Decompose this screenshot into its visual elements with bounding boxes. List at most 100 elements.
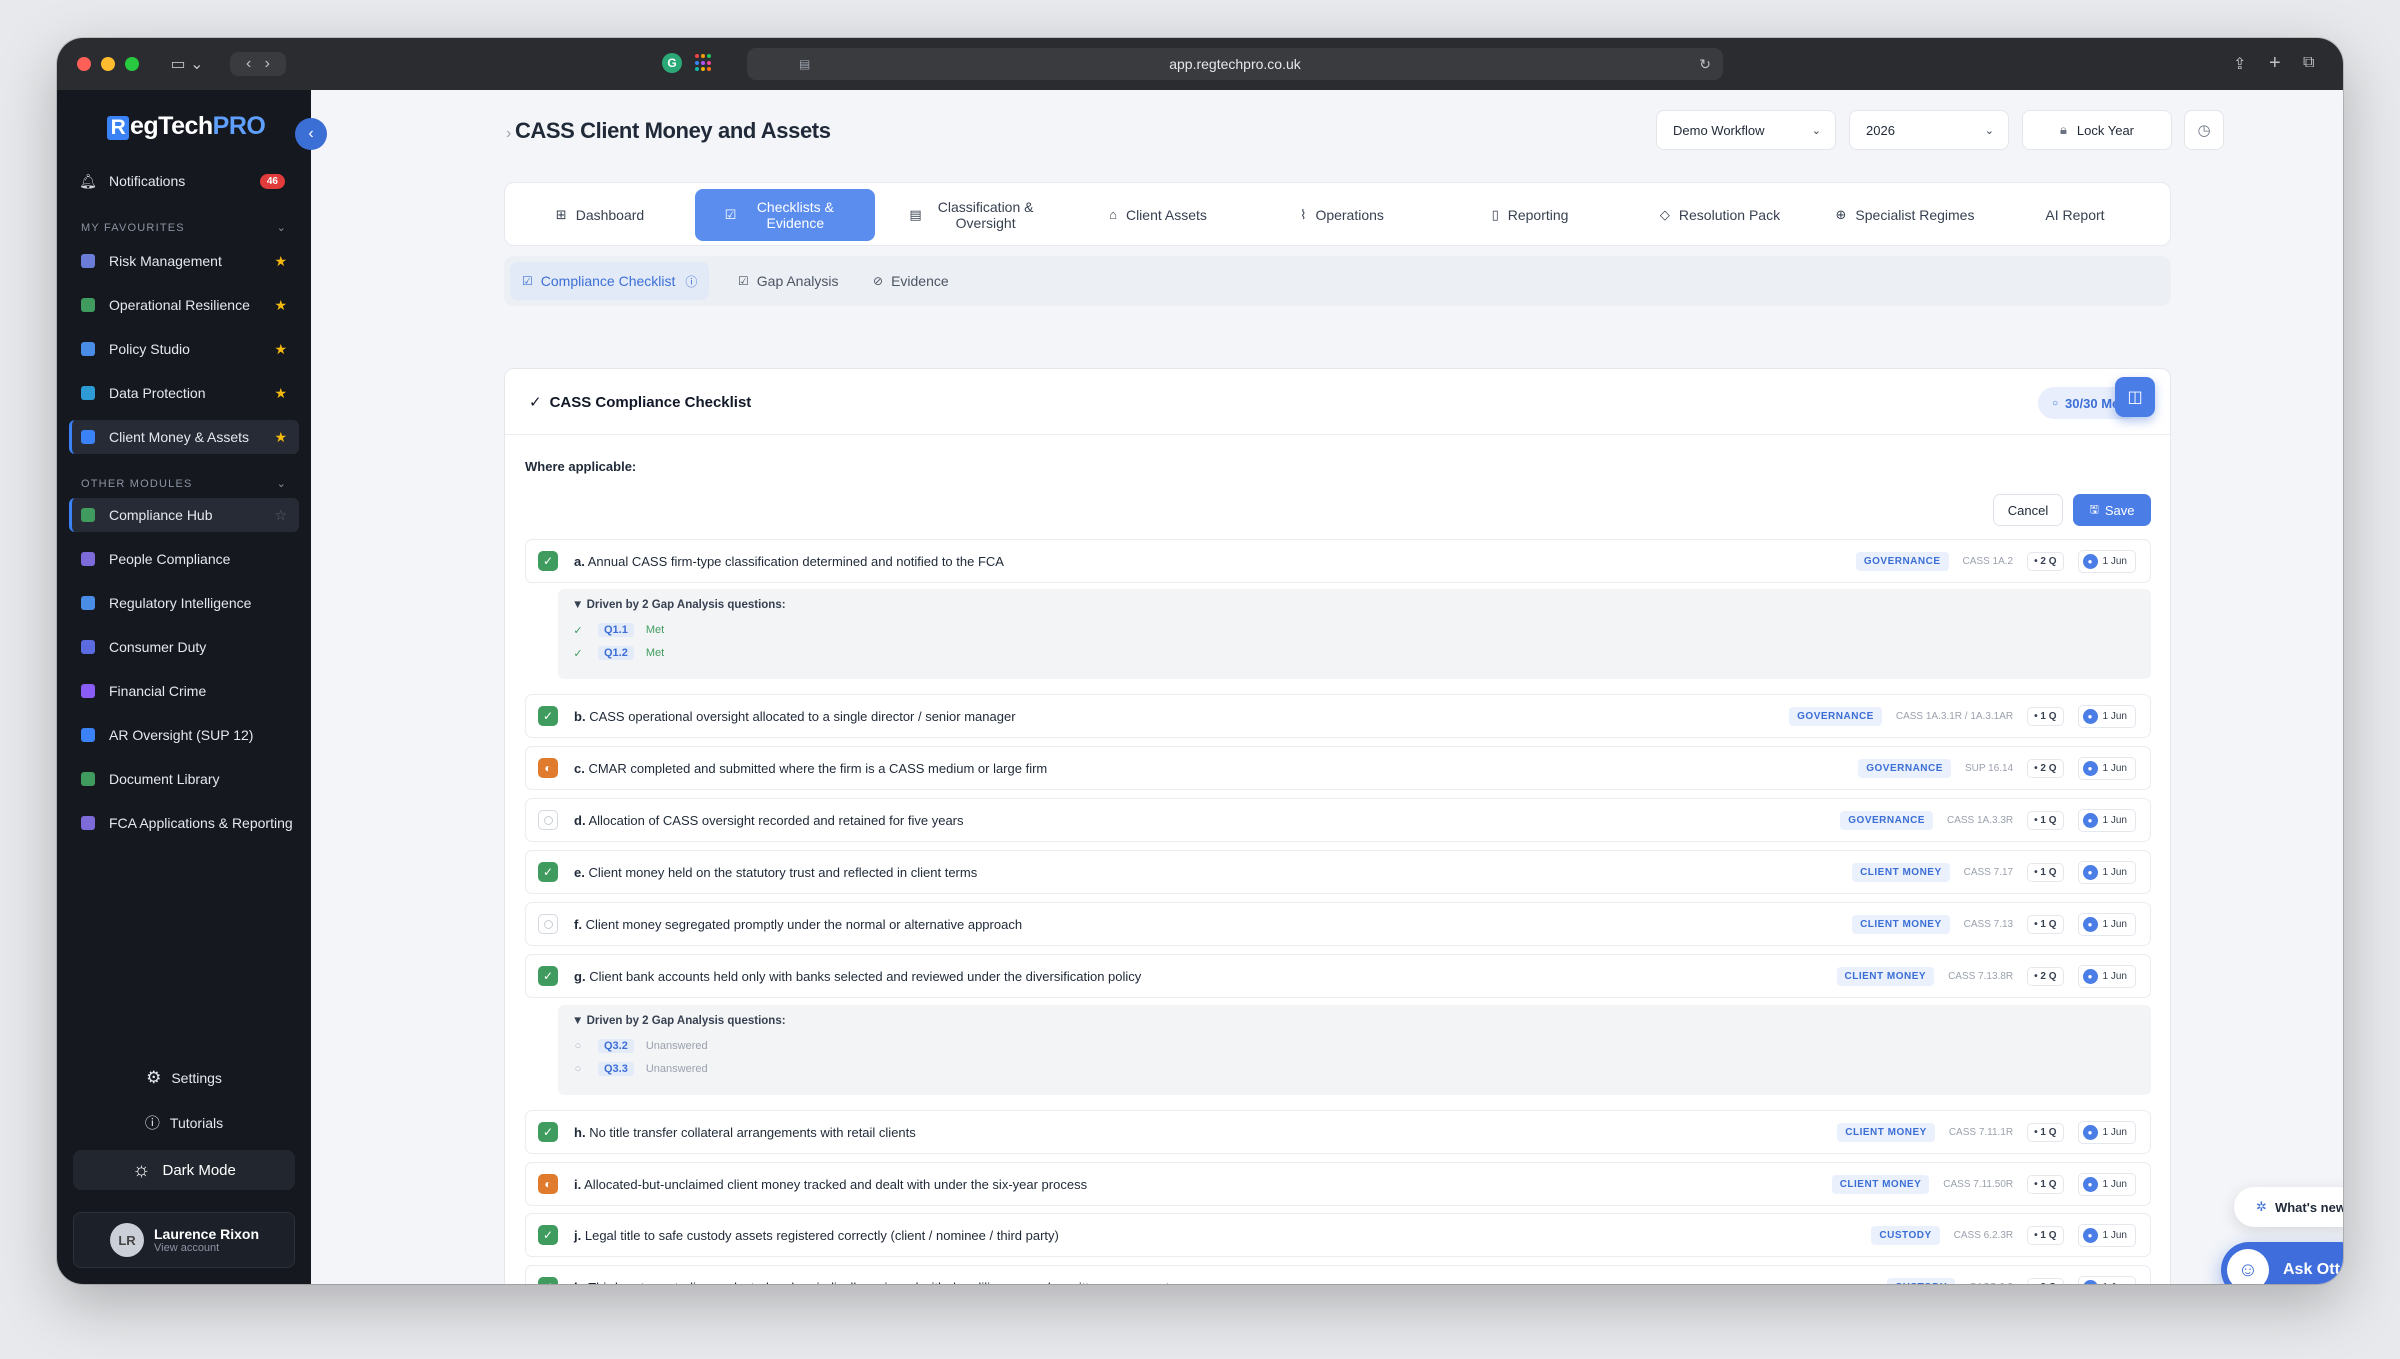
save-button[interactable]: 🖫 Save: [2073, 494, 2151, 526]
side-panel-toggle-icon[interactable]: ◫: [2115, 377, 2155, 417]
favourite-star-icon[interactable]: ★: [274, 297, 287, 314]
question-count-badge[interactable]: • 1 Q: [2027, 810, 2064, 830]
sidebar-item-people-compliance[interactable]: People Compliance: [69, 542, 299, 576]
question-count-badge[interactable]: • 1 Q: [2027, 706, 2064, 726]
chevron-down-icon[interactable]: ⌄: [277, 221, 287, 234]
due-date-badge[interactable]: ● 1 Jun: [2077, 808, 2136, 832]
favourites-section-header[interactable]: MY FAVOURITES ⌄: [81, 222, 287, 234]
user-account-card[interactable]: LR Laurence Rixon View account: [73, 1212, 295, 1268]
sidebar-item-operational-resilience[interactable]: Operational Resilience ★: [69, 288, 299, 322]
checklist-row[interactable]: ✓ e. Client money held on the statutory t…: [525, 850, 2151, 894]
checklist-row[interactable]: ✓ a. Annual CASS firm-type classification…: [525, 539, 2151, 583]
question-count-badge[interactable]: • 1 Q: [2027, 862, 2064, 882]
due-date-badge[interactable]: ● 1 Jun: [2077, 964, 2136, 988]
year-select[interactable]: 2026 ⌄: [1849, 110, 2009, 150]
question-count-badge[interactable]: • 1 Q: [2027, 1225, 2064, 1245]
due-date-badge[interactable]: ● 1 Jun: [2077, 704, 2136, 728]
ask-otto-button[interactable]: ☺Ask Otto: [2221, 1242, 2343, 1284]
checklist-row[interactable]: ✓ j. Legal title to safe custody assets r…: [525, 1213, 2151, 1257]
question-id-link[interactable]: Q3.3: [598, 1062, 634, 1076]
driven-by-title[interactable]: ▼ Driven by 2 Gap Analysis questions:: [572, 599, 786, 611]
status-checkbox[interactable]: ✓: [538, 1225, 558, 1245]
extensions-grid-icon[interactable]: [695, 54, 713, 72]
question-id-link[interactable]: Q3.2: [598, 1039, 634, 1053]
status-checkbox[interactable]: [538, 810, 558, 830]
sidebar-item-compliance-hub[interactable]: Compliance Hub ☆: [69, 498, 299, 532]
breadcrumb-chevron-icon[interactable]: ›: [506, 125, 511, 142]
status-checkbox[interactable]: ✓: [538, 862, 558, 882]
question-count-badge[interactable]: • 1 Q: [2027, 1174, 2064, 1194]
status-checkbox[interactable]: ◐: [538, 1174, 558, 1194]
due-date-badge[interactable]: ● 1 Jun: [2077, 860, 2136, 884]
tab-reporting[interactable]: ▯ Reporting: [1445, 189, 1615, 241]
question-count-badge[interactable]: • 2 Q: [2027, 758, 2064, 778]
sidebar-item-ar-oversight[interactable]: AR Oversight (SUP 12): [69, 718, 299, 752]
new-tab-icon[interactable]: +: [2269, 52, 2281, 75]
tab-overview-icon[interactable]: ⧉: [2303, 54, 2314, 72]
favourite-star-icon[interactable]: ★: [274, 385, 287, 402]
question-count-badge[interactable]: • 1 Q: [2027, 1122, 2064, 1142]
sidebar-item-policy-studio[interactable]: Policy Studio ★: [69, 332, 299, 366]
question-count-badge[interactable]: • 2 Q: [2027, 551, 2064, 571]
favourite-star-icon[interactable]: ★: [274, 429, 287, 446]
address-bar[interactable]: ▤ app.regtechpro.co.uk ↻: [747, 48, 1723, 80]
lock-year-button[interactable]: 🔒︎ Lock Year: [2022, 110, 2172, 150]
sidebar-item-financial-crime[interactable]: Financial Crime: [69, 674, 299, 708]
question-id-link[interactable]: Q1.2: [598, 646, 634, 660]
checklist-row[interactable]: d. Allocation of CASS oversight recorded…: [525, 798, 2151, 842]
help-circle-icon[interactable]: ⓘ: [685, 273, 697, 290]
checklist-row[interactable]: ✓ g. Client bank accounts held only with …: [525, 954, 2151, 998]
gap-question-row[interactable]: ○ Q3.3 Unanswered: [572, 1062, 708, 1076]
tab-checklists-evidence[interactable]: ☑ Checklists & Evidence: [695, 189, 875, 241]
status-checkbox[interactable]: ✓: [538, 706, 558, 726]
app-logo[interactable]: RegTechPRO: [107, 112, 266, 141]
due-date-badge[interactable]: ● 1 Jun: [2077, 912, 2136, 936]
due-date-badge[interactable]: ● 1 Jun: [2077, 549, 2136, 573]
due-date-badge[interactable]: ● 1 Jun: [2077, 1275, 2136, 1284]
tab-resolution-pack[interactable]: ◇ Resolution Pack: [1630, 189, 1810, 241]
tutorials-link[interactable]: ⓘ Tutorials: [57, 1112, 311, 1133]
gap-question-row[interactable]: ○ Q3.2 Unanswered: [572, 1039, 708, 1053]
subtab-evidence[interactable]: ⊘ Evidence: [861, 262, 961, 300]
panel-title[interactable]: ✓ CASS Compliance Checklist: [529, 393, 751, 411]
sidebar-item-client-money-assets[interactable]: Client Money & Assets ★: [69, 420, 299, 454]
sidebar-item-fca-applications[interactable]: FCA Applications & Reporting: [69, 806, 299, 840]
status-checkbox[interactable]: ✓: [538, 551, 558, 571]
checklist-row[interactable]: f. Client money segregated promptly unde…: [525, 902, 2151, 946]
due-date-badge[interactable]: ● 1 Jun: [2077, 1172, 2136, 1196]
checklist-row[interactable]: ✓ b. CASS operational oversight allocated…: [525, 694, 2151, 738]
subtab-gap-analysis[interactable]: ☑ Gap Analysis: [726, 262, 850, 300]
due-date-badge[interactable]: ● 1 Jun: [2077, 1223, 2136, 1247]
maximize-window-button[interactable]: [125, 57, 139, 71]
gap-question-row[interactable]: ✓ Q1.1 Met: [572, 623, 664, 637]
collapse-sidebar-button[interactable]: ‹: [295, 118, 327, 150]
sidebar-item-notifications[interactable]: 🔔︎ Notifications 46: [69, 164, 299, 198]
reload-icon[interactable]: ↻: [1699, 56, 1711, 73]
sidebar-item-data-protection[interactable]: Data Protection ★: [69, 376, 299, 410]
due-date-badge[interactable]: ● 1 Jun: [2077, 756, 2136, 780]
favourite-star-icon[interactable]: ★: [274, 341, 287, 358]
gap-question-row[interactable]: ✓ Q1.2 Met: [572, 646, 664, 660]
minimize-window-button[interactable]: [101, 57, 115, 71]
sidebar-item-document-library[interactable]: Document Library: [69, 762, 299, 796]
checklist-row[interactable]: ◐ i. Allocated-but-unclaimed client money…: [525, 1162, 2151, 1206]
favourite-star-icon[interactable]: ★: [274, 253, 287, 270]
sidebar-item-risk-management[interactable]: Risk Management ★: [69, 244, 299, 278]
share-icon[interactable]: ⇪: [2233, 54, 2246, 74]
sidebar-item-consumer-duty[interactable]: Consumer Duty: [69, 630, 299, 664]
status-checkbox[interactable]: ✓: [538, 1122, 558, 1142]
question-count-badge[interactable]: • 2 Q: [2027, 966, 2064, 986]
history-clock-icon[interactable]: ◷: [2184, 110, 2224, 150]
tab-classification-oversight[interactable]: ▤ Classification & Oversight: [885, 189, 1065, 241]
workflow-select[interactable]: Demo Workflow ⌄: [1656, 110, 1836, 150]
tab-specialist-regimes[interactable]: ⊕ Specialist Regimes: [1815, 189, 1995, 241]
checklist-row[interactable]: ✓ k. Third-party custodians selected and …: [525, 1265, 2151, 1284]
chevron-down-icon[interactable]: ⌄: [277, 477, 287, 490]
question-count-badge[interactable]: • 1 Q: [2027, 914, 2064, 934]
sidebar-toggle-icon[interactable]: ▭ ⌄: [165, 54, 209, 74]
settings-link[interactable]: ⚙ Settings: [57, 1068, 311, 1088]
whats-new-button[interactable]: ✲ What's new: [2234, 1187, 2343, 1227]
question-id-link[interactable]: Q1.1: [598, 623, 634, 637]
status-checkbox[interactable]: [538, 914, 558, 934]
tab-dashboard[interactable]: ⊞ Dashboard: [515, 189, 685, 241]
